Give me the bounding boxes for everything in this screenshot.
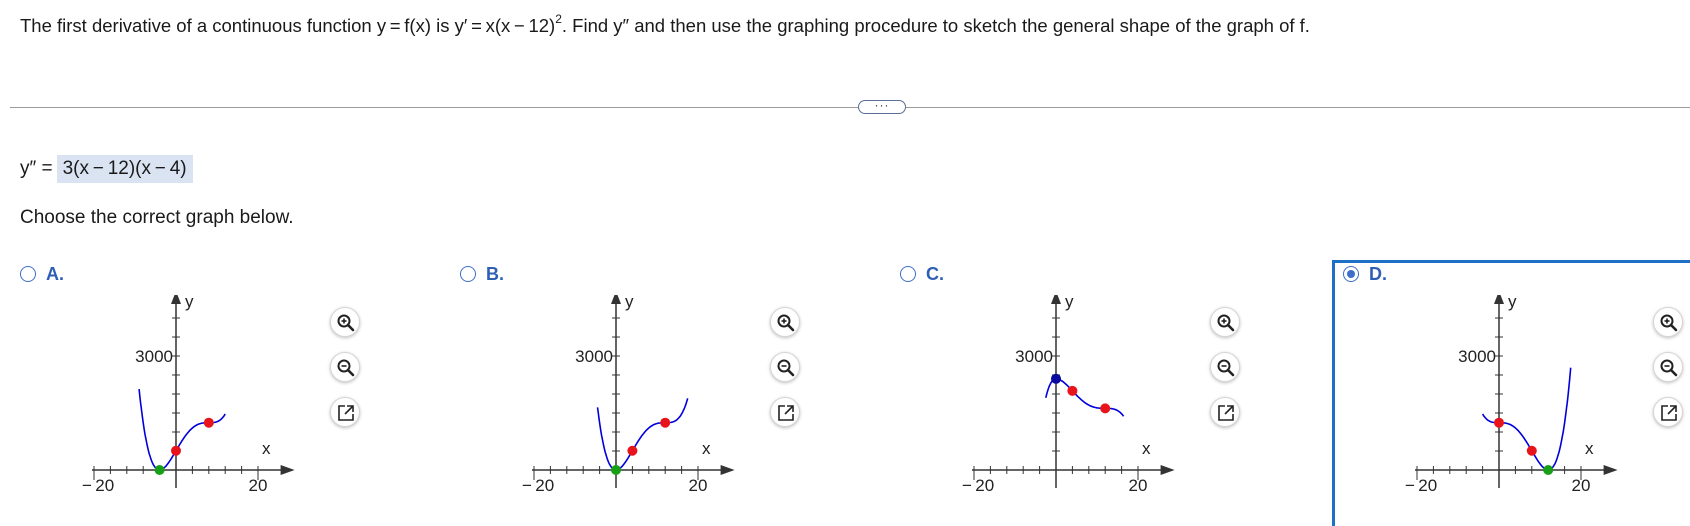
zoom-out-icon[interactable]: [1653, 352, 1683, 382]
popout-icon[interactable]: [1210, 397, 1240, 427]
graph-a: y x 3000 − 20 20: [82, 295, 295, 495]
zoom-out-icon[interactable]: [770, 352, 800, 382]
choose-prompt: Choose the correct graph below.: [20, 207, 294, 228]
option-letter: D.: [1369, 264, 1387, 284]
question-part1: The first derivative of a continuous fun…: [20, 15, 556, 37]
zoom-in-icon[interactable]: [1210, 307, 1240, 337]
y-axis-label: y: [185, 295, 194, 311]
zoom-out-icon[interactable]: [1210, 352, 1240, 382]
min-point: [1543, 465, 1554, 475]
function-curve: [1481, 367, 1572, 471]
answer-label: y″ =: [20, 158, 53, 179]
answer-box: 3(x − 12)(x − 4): [56, 155, 193, 183]
y-tick-label: 3000: [575, 347, 613, 366]
expand-button[interactable]: ···: [858, 99, 906, 114]
x-max-label: 20: [1572, 476, 1591, 495]
y-axis-arrow: [611, 295, 621, 304]
x-axis-label: x: [1585, 439, 1594, 458]
option-letter: C.: [926, 264, 944, 284]
x-min-label: − 20: [522, 476, 554, 495]
y-axis-arrow: [1494, 295, 1504, 304]
question-part2: . Find y″ and then use the graphing proc…: [561, 15, 1310, 37]
popout-icon[interactable]: [770, 397, 800, 427]
graph-d: y x 3000 − 20 20: [1405, 295, 1618, 495]
zoom-in-icon[interactable]: [770, 307, 800, 337]
min-point: [154, 465, 165, 475]
y-axis-label: y: [625, 295, 634, 311]
radio-button[interactable]: [900, 266, 916, 282]
function-curve: [596, 398, 689, 471]
y-tick-label: 3000: [1458, 347, 1496, 366]
x-min-label: − 20: [962, 476, 994, 495]
x-max-label: 20: [1129, 476, 1148, 495]
x-max-label: 20: [249, 476, 268, 495]
zoom-in-icon[interactable]: [1653, 307, 1683, 337]
min-point: [611, 465, 621, 475]
inflection-point: [171, 445, 181, 456]
max-point: [1051, 373, 1061, 384]
option-letter: B.: [486, 264, 504, 284]
x-axis-arrow: [280, 465, 295, 475]
radio-button[interactable]: [460, 266, 476, 282]
x-min-label: − 20: [1405, 476, 1437, 495]
y-axis-arrow: [171, 295, 181, 304]
x-min-label: − 20: [82, 476, 114, 495]
popout-icon[interactable]: [1653, 397, 1683, 427]
inflection-point: [1494, 417, 1504, 428]
y-tick-label: 3000: [1015, 347, 1053, 366]
popout-icon[interactable]: [330, 397, 360, 427]
inflection-point: [203, 417, 214, 428]
x-axis-label: x: [702, 439, 711, 458]
y-axis-arrow: [1051, 295, 1061, 304]
function-curve: [1045, 378, 1125, 417]
y-axis-label: y: [1065, 295, 1074, 311]
option-a[interactable]: A. y x 3000 − 20 20: [18, 260, 458, 526]
inflection-point: [1526, 445, 1537, 456]
graph-b: y x 3000 − 20 20: [522, 295, 735, 495]
inflection-point: [627, 445, 638, 456]
inflection-point: [1100, 403, 1111, 414]
y-tick-label: 3000: [135, 347, 173, 366]
x-axis-arrow: [1603, 465, 1618, 475]
radio-button[interactable]: [1343, 266, 1359, 282]
y-axis-label: y: [1508, 295, 1517, 311]
x-axis-arrow: [1160, 465, 1175, 475]
x-axis-label: x: [1142, 439, 1151, 458]
answer-line: y″ = 3(x − 12)(x − 4): [20, 155, 193, 183]
inflection-point: [1067, 385, 1078, 396]
question-text: The first derivative of a continuous fun…: [20, 12, 1310, 37]
question-exponent: 2: [555, 12, 562, 26]
zoom-in-icon[interactable]: [330, 307, 360, 337]
graph-c: y x 3000 − 20 20: [962, 295, 1175, 495]
function-curve: [138, 389, 226, 471]
divider: [10, 107, 1690, 108]
x-axis-arrow: [720, 465, 735, 475]
radio-button[interactable]: [20, 266, 36, 282]
option-letter: A.: [46, 264, 64, 284]
option-d[interactable]: D. y x 3000 − 20 20: [1332, 260, 1690, 526]
zoom-out-icon[interactable]: [330, 352, 360, 382]
option-b[interactable]: B. y x 3000 − 20 20: [458, 260, 898, 526]
x-axis-label: x: [262, 439, 271, 458]
inflection-point: [660, 417, 671, 428]
x-max-label: 20: [689, 476, 708, 495]
option-c[interactable]: C. y x 3000 − 20 20: [898, 260, 1338, 526]
